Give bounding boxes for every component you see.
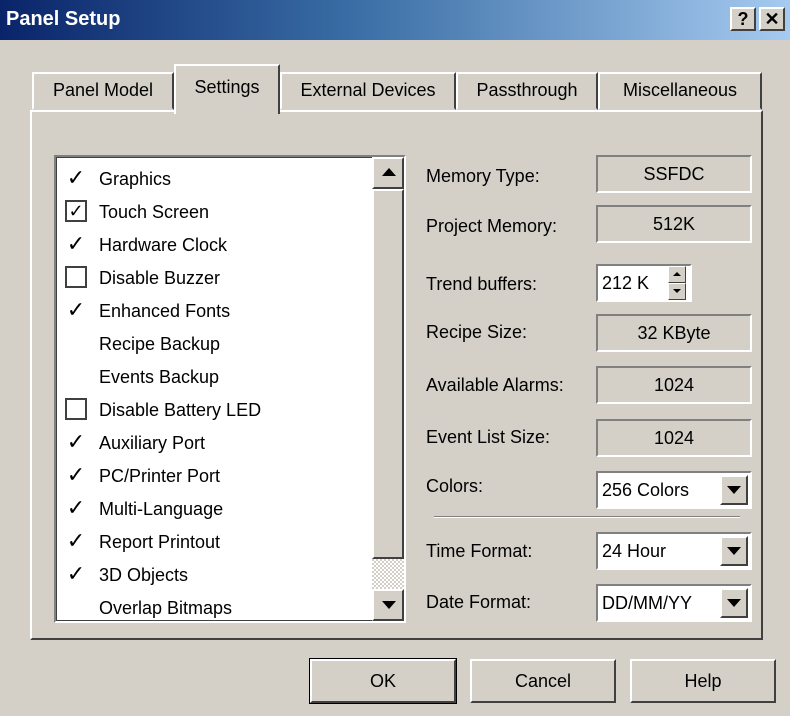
project-memory-label: Project Memory: — [426, 216, 558, 236]
colors-label: Colors: — [426, 476, 484, 496]
blank-mark-icon — [65, 332, 87, 354]
event-list-size-label: Event List Size: — [426, 427, 551, 447]
checkmark-icon: ✓ — [66, 495, 86, 520]
list-item-label: 3D Objects — [99, 565, 189, 585]
checkbox-checked-icon[interactable]: ✓ — [65, 200, 87, 222]
checkmark-icon: ✓ — [66, 561, 86, 586]
memory-type-label: Memory Type: — [426, 166, 540, 186]
spin-up-button[interactable] — [668, 266, 686, 283]
options-listbox[interactable]: ✓ Graphics ✓ Touch Screen ✓ Hardware Clo… — [54, 155, 406, 623]
scroll-down-button[interactable] — [372, 589, 404, 621]
available-alarms-value: 1024 — [596, 366, 752, 404]
list-item-label: PC/Printer Port — [99, 466, 221, 486]
chevron-down-icon — [727, 486, 741, 494]
recipe-size-value: 32 KByte — [596, 314, 752, 352]
tab-miscellaneous[interactable]: Miscellaneous — [598, 72, 762, 110]
tab-settings[interactable]: Settings — [174, 64, 280, 114]
list-item-label: Report Printout — [99, 532, 221, 552]
chevron-down-icon — [727, 547, 741, 555]
scroll-up-button[interactable] — [372, 157, 404, 189]
checkmark-icon: ✓ — [66, 462, 86, 487]
trend-buffers-label: Trend buffers: — [426, 274, 538, 294]
list-item-label: Auxiliary Port — [99, 433, 206, 453]
time-format-value: 24 Hour — [602, 541, 667, 561]
event-list-size-value: 1024 — [596, 419, 752, 457]
checkbox-empty-icon[interactable] — [65, 266, 87, 288]
dropdown-button[interactable] — [720, 536, 748, 566]
list-item-label: Hardware Clock — [99, 235, 228, 255]
arrow-up-icon — [673, 272, 681, 276]
dropdown-button[interactable] — [720, 475, 748, 505]
date-format-label: Date Format: — [426, 592, 532, 612]
checkmark-icon: ✓ — [66, 528, 86, 553]
memory-type-value: SSFDC — [596, 155, 752, 193]
date-format-select[interactable]: DD/MM/YY — [596, 584, 752, 622]
ok-button[interactable]: OK — [309, 658, 457, 704]
dropdown-button[interactable] — [720, 588, 748, 618]
tab-external-devices[interactable]: External Devices — [280, 72, 456, 110]
time-format-select[interactable]: 24 Hour — [596, 532, 752, 570]
arrow-down-icon — [673, 289, 681, 293]
list-item-label: Touch Screen — [99, 202, 210, 222]
list-item-label: Graphics — [99, 169, 172, 189]
title-bar[interactable]: Panel Setup ? ✕ — [0, 0, 790, 40]
list-item-label: Multi-Language — [99, 499, 224, 519]
available-alarms-label: Available Alarms: — [426, 375, 564, 395]
checkmark-icon: ✓ — [66, 165, 86, 190]
window-title: Panel Setup — [6, 8, 121, 30]
help-button[interactable]: Help — [630, 659, 776, 703]
list-item-label: Recipe Backup — [99, 334, 221, 354]
trend-buffers-value: 212 K — [602, 273, 650, 293]
scroll-thumb[interactable] — [372, 189, 404, 559]
cancel-button[interactable]: Cancel — [470, 659, 616, 703]
tab-panel-model[interactable]: Panel Model — [32, 72, 174, 110]
chevron-down-icon — [727, 599, 741, 607]
tab-passthrough[interactable]: Passthrough — [456, 72, 598, 110]
spin-down-button[interactable] — [668, 283, 686, 300]
close-icon[interactable]: ✕ — [759, 7, 785, 31]
list-item-label: Events Backup — [99, 367, 220, 387]
separator — [434, 516, 740, 518]
checkbox-empty-icon[interactable] — [65, 398, 87, 420]
blank-mark-icon — [65, 365, 87, 387]
list-scrollbar[interactable] — [372, 157, 404, 621]
colors-select[interactable]: 256 Colors — [596, 471, 752, 509]
time-format-label: Time Format: — [426, 541, 533, 561]
checkmark-icon: ✓ — [66, 429, 86, 454]
list-item-label: Disable Battery LED — [99, 400, 262, 420]
list-item-label: Disable Buzzer — [99, 268, 221, 288]
date-format-value: DD/MM/YY — [602, 593, 692, 613]
arrow-up-icon — [382, 168, 396, 176]
checkmark-icon: ✓ — [66, 231, 86, 256]
blank-mark-icon — [65, 596, 87, 618]
trend-buffers-spinner[interactable] — [668, 266, 686, 300]
colors-value: 256 Colors — [602, 480, 690, 500]
list-item-label: Enhanced Fonts — [99, 301, 231, 321]
help-icon[interactable]: ? — [730, 7, 756, 31]
listbox-inner: ✓ Graphics ✓ Touch Screen ✓ Hardware Clo… — [56, 157, 404, 621]
list-item-label: Overlap Bitmaps — [99, 598, 233, 618]
project-memory-value: 512K — [596, 205, 752, 243]
recipe-size-label: Recipe Size: — [426, 322, 528, 342]
checkmark-icon: ✓ — [66, 297, 86, 322]
arrow-down-icon — [382, 601, 396, 609]
